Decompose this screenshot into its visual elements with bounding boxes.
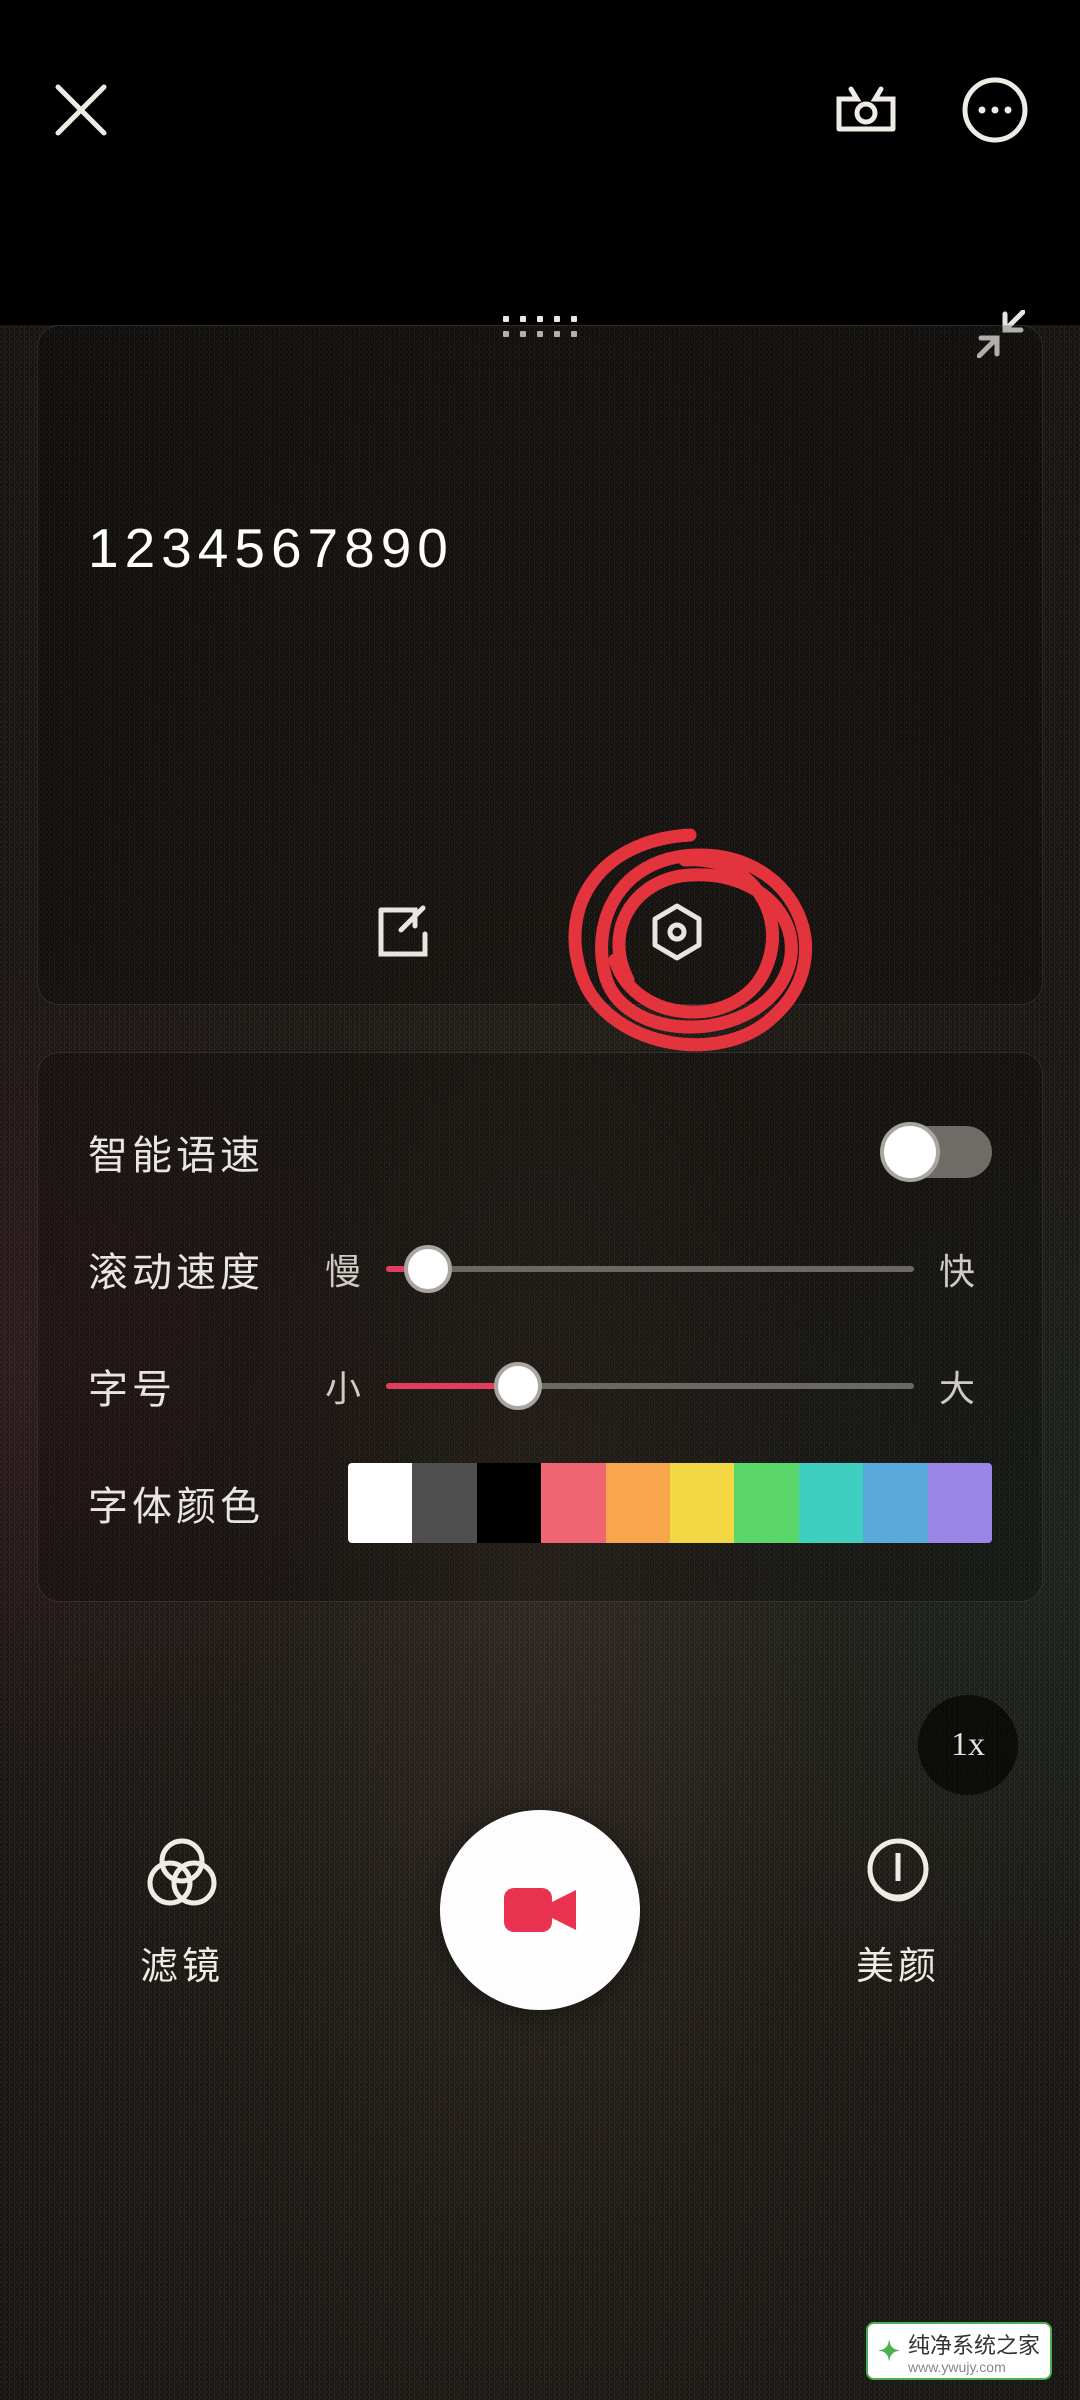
watermark-logo-icon: ✦ [878, 2336, 900, 2367]
teleprompter-mode-button[interactable] [827, 79, 905, 141]
status-bar [0, 0, 1080, 50]
beauty-label: 美颜 [856, 1935, 940, 1990]
color-swatch[interactable] [348, 1463, 412, 1543]
color-swatch[interactable] [541, 1463, 605, 1543]
smart-speed-toggle[interactable] [886, 1126, 992, 1178]
filter-label: 滤镜 [140, 1935, 224, 1990]
color-swatch[interactable] [670, 1463, 734, 1543]
font-size-min: 小 [308, 1360, 378, 1412]
settings-hex-icon [645, 900, 709, 964]
filter-icon [140, 1831, 224, 1915]
record-button[interactable] [440, 1810, 640, 2010]
color-swatch[interactable] [799, 1463, 863, 1543]
font-color-row: 字体颜色 [88, 1468, 992, 1538]
color-swatch[interactable] [412, 1463, 476, 1543]
video-icon [500, 1882, 580, 1938]
smart-speed-label: 智能语速 [88, 1123, 308, 1181]
color-swatch[interactable] [606, 1463, 670, 1543]
beauty-icon [856, 1831, 940, 1915]
font-size-row: 字号 小 大 [88, 1351, 992, 1421]
watermark: ✦ 纯净系统之家 www.ywujy.com [866, 2322, 1052, 2380]
scroll-speed-row: 滚动速度 慢 快 [88, 1234, 992, 1304]
font-size-slider[interactable] [386, 1383, 914, 1389]
edit-icon [371, 900, 435, 964]
font-color-swatches [348, 1463, 992, 1543]
teleprompter-settings-button[interactable] [645, 900, 709, 964]
playback-speed-button[interactable]: 1x [918, 1695, 1018, 1795]
scroll-speed-max: 快 [922, 1243, 992, 1295]
more-icon [960, 75, 1030, 145]
scroll-speed-slider[interactable] [386, 1266, 914, 1272]
scroll-speed-min: 慢 [308, 1243, 378, 1295]
filter-button[interactable]: 滤镜 [140, 1831, 224, 1990]
top-bar [0, 50, 1080, 170]
color-swatch[interactable] [477, 1463, 541, 1543]
color-swatch[interactable] [928, 1463, 992, 1543]
teleprompter-settings-panel: 智能语速 滚动速度 慢 快 字号 小 大 字体颜色 [37, 1052, 1043, 1602]
teleprompter-text: 1234567890 [88, 516, 454, 580]
font-size-max: 大 [922, 1360, 992, 1412]
close-button[interactable] [50, 79, 112, 141]
color-swatch[interactable] [863, 1463, 927, 1543]
scroll-speed-label: 滚动速度 [88, 1240, 308, 1298]
watermark-url: www.ywujy.com [908, 2360, 1040, 2374]
beauty-button[interactable]: 美颜 [856, 1831, 940, 1990]
smart-speed-row: 智能语速 [88, 1117, 992, 1187]
close-icon [50, 79, 112, 141]
more-button[interactable] [960, 75, 1030, 145]
font-color-label: 字体颜色 [88, 1474, 328, 1532]
watermark-brand: 纯净系统之家 [908, 2333, 1040, 2358]
bottom-bar: 滤镜 美颜 [0, 1800, 1080, 2020]
color-swatch[interactable] [734, 1463, 798, 1543]
font-size-label: 字号 [88, 1357, 308, 1415]
teleprompter-mode-icon [827, 79, 905, 141]
edit-script-button[interactable] [371, 900, 435, 964]
playback-speed-value: 1x [951, 1726, 985, 1764]
teleprompter-panel: 1234567890 [37, 325, 1043, 1005]
